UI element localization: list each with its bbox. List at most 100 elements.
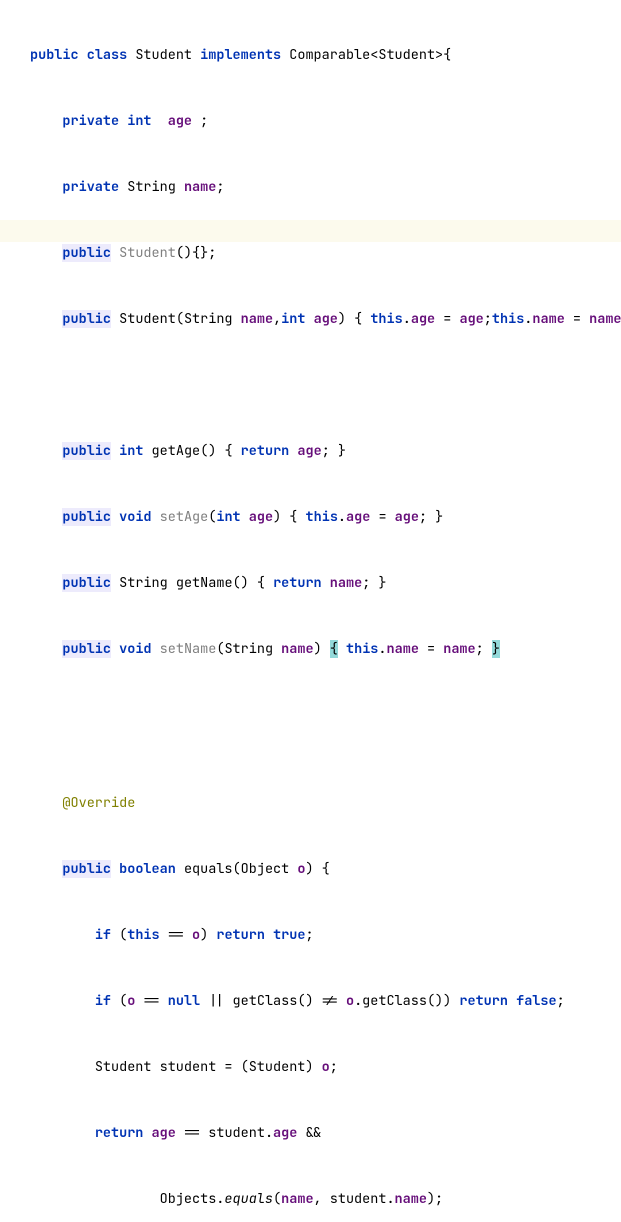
keyword-class: class	[87, 46, 128, 64]
code-line: return age == student.age &&	[0, 1122, 621, 1144]
semicolon: ;	[557, 992, 565, 1010]
code-line: Student student = (Student) o;	[0, 1056, 621, 1078]
space	[143, 1124, 151, 1142]
open-paren: (	[233, 860, 241, 878]
code-line: @Override	[0, 792, 621, 814]
annotation-override: @Override	[62, 794, 135, 812]
type-string: String	[127, 178, 176, 196]
code-editor[interactable]: public class Student implements Comparab…	[0, 0, 621, 1222]
close: ) {	[273, 508, 297, 526]
semicolon: ;	[305, 926, 313, 944]
text: == student.	[176, 1124, 273, 1142]
open-paren: (	[273, 1190, 281, 1208]
code-line: private int age ;	[0, 110, 621, 132]
brace-close: }	[492, 640, 500, 658]
dot: .	[378, 640, 386, 658]
keyword-public: public	[62, 442, 111, 460]
keyword-return: return	[95, 1124, 144, 1142]
type-int: int	[119, 442, 143, 460]
op-eqeq: ==	[135, 992, 167, 1010]
code-line: public boolean equals(Object o) {	[0, 858, 621, 880]
semicolon: ;	[330, 1058, 338, 1076]
param-ref: age	[459, 310, 483, 328]
method-name: equals	[184, 860, 233, 878]
param-type: int	[216, 508, 240, 526]
field-ref: name	[330, 574, 362, 592]
type-boolean: boolean	[119, 860, 176, 878]
type-void: void	[119, 640, 151, 658]
code-line: private String name;	[0, 176, 621, 198]
keyword-public: public	[62, 860, 111, 878]
code-line: public Student(String name,int age) { th…	[0, 308, 621, 330]
keyword-null: null	[168, 992, 200, 1010]
keyword-return: return	[241, 442, 290, 460]
keyword-this: this	[370, 310, 402, 328]
class-name: Student	[135, 46, 192, 64]
field-ref: name	[532, 310, 564, 328]
text: Student student = (Student)	[95, 1058, 322, 1076]
field-ref: name	[395, 1190, 427, 1208]
equals: =	[435, 310, 459, 328]
parens: () {	[233, 574, 265, 592]
space	[338, 640, 346, 658]
param-ref: o	[127, 992, 135, 1010]
field-ref: age	[297, 442, 321, 460]
space	[265, 926, 273, 944]
interface-type: Comparable<Student>{	[289, 46, 451, 64]
close: )	[314, 640, 330, 658]
keyword-if: if	[95, 992, 111, 1010]
keyword-return: return	[459, 992, 508, 1010]
close: );	[427, 1190, 443, 1208]
param-ref: o	[192, 926, 200, 944]
code-line: public String getName() { return name; }	[0, 572, 621, 594]
param-type: Object	[241, 860, 290, 878]
keyword-return: return	[216, 926, 265, 944]
param-ref: name	[589, 310, 621, 328]
method-name: getAge	[152, 442, 201, 460]
code-line: public void setName(String name) { this.…	[0, 638, 621, 660]
semicolon: ;	[476, 640, 492, 658]
param-ref: o	[346, 992, 354, 1010]
keyword-this: this	[492, 310, 524, 328]
param-type: String	[184, 310, 233, 328]
op-and: &&	[297, 1124, 321, 1142]
code-line: if (this == o) return true;	[0, 924, 621, 946]
param-name: name	[281, 640, 313, 658]
code-line: Objects.equals(name, student.name);	[0, 1188, 621, 1210]
method-name: setAge	[160, 508, 209, 526]
param-ref: age	[395, 508, 419, 526]
field-ref: name	[387, 640, 419, 658]
param-name: name	[241, 310, 273, 328]
param-name: age	[314, 310, 338, 328]
keyword-if: if	[95, 926, 111, 944]
field-name: name	[184, 178, 216, 196]
op-eqeq: ==	[160, 926, 192, 944]
semicolon: ;	[216, 178, 224, 196]
method-name: setName	[160, 640, 217, 658]
keyword-public: public	[62, 310, 111, 328]
code-line: public Student(){};	[0, 242, 621, 264]
param-type: int	[281, 310, 305, 328]
code-line: if (o == null || getClass() != o.getClas…	[0, 990, 621, 1012]
open-paren: (	[216, 640, 224, 658]
type-string: String	[119, 574, 168, 592]
keyword-true: true	[273, 926, 305, 944]
comma: ,	[273, 310, 281, 328]
equals: =	[419, 640, 443, 658]
code-line: public void setAge(int age) { this.age =…	[0, 506, 621, 528]
param-type: String	[224, 640, 273, 658]
close-paren: )	[200, 926, 216, 944]
dot: .	[403, 310, 411, 328]
text: .getClass())	[354, 992, 459, 1010]
keyword-private: private	[62, 178, 119, 196]
param-name: age	[249, 508, 273, 526]
code-line: public int getAge() { return age; }	[0, 440, 621, 462]
equals: =	[370, 508, 394, 526]
keyword-public: public	[62, 640, 111, 658]
field-ref: age	[273, 1124, 297, 1142]
method-call: equals	[224, 1190, 273, 1208]
param-name: o	[297, 860, 305, 878]
keyword-false: false	[516, 992, 557, 1010]
space	[508, 992, 516, 1010]
caret-line	[0, 726, 621, 748]
